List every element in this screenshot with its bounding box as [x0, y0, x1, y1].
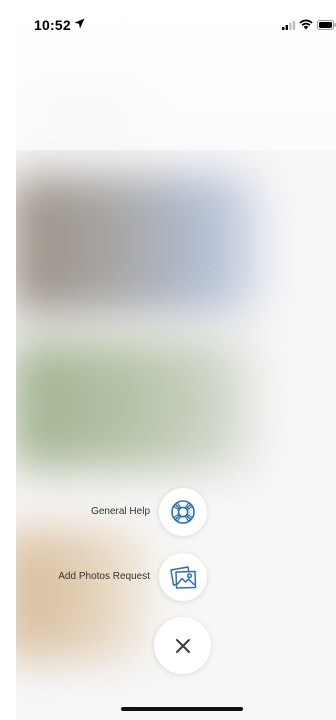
wifi-icon	[299, 19, 313, 30]
add-photos-request-button[interactable]	[159, 553, 207, 601]
cellular-signal-icon	[282, 21, 296, 30]
blurred-background	[0, 0, 336, 720]
general-help-button[interactable]	[159, 488, 207, 536]
status-time: 10:52	[34, 17, 71, 33]
home-indicator	[121, 707, 243, 711]
screen: 10:52 General Help Add Photos Request	[0, 0, 336, 720]
left-edge	[0, 0, 16, 720]
close-menu-button[interactable]	[154, 617, 211, 674]
general-help-label[interactable]: General Help	[91, 506, 150, 517]
location-arrow-icon	[74, 18, 85, 29]
photos-icon	[170, 566, 197, 589]
battery-icon	[317, 20, 336, 30]
lifebuoy-icon	[171, 500, 195, 524]
close-icon	[175, 638, 190, 653]
status-bar: 10:52	[0, 0, 336, 50]
add-photos-request-label[interactable]: Add Photos Request	[58, 571, 150, 582]
